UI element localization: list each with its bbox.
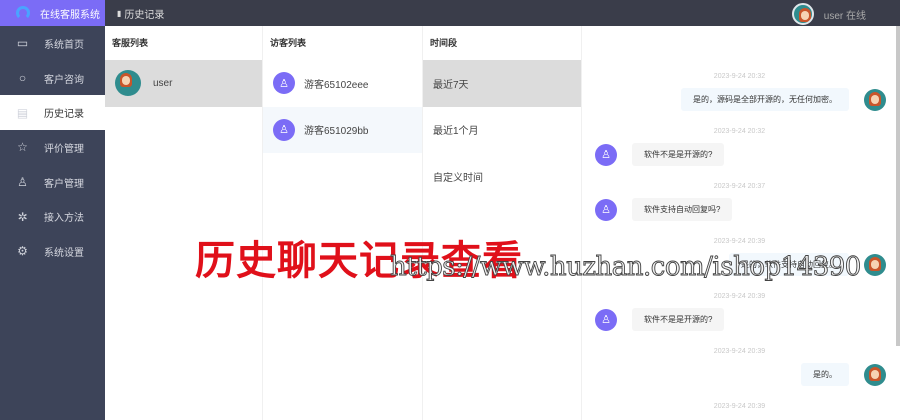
user-status-label: user 在线 — [823, 10, 866, 22]
message-time: 2023-9-24 20:37 — [713, 183, 766, 190]
avatar — [864, 88, 886, 111]
period-list-header: 时间段 — [430, 38, 458, 48]
sidebar-item-label: 系统设置 — [44, 247, 84, 259]
chat-history: 2023-9-24 20:32 是的，源码是全部开源的，无任何加密。 2023-9-… — [583, 26, 896, 420]
user-icon: ♙ — [595, 198, 617, 221]
message-time: 2023-9-24 20:32 — [713, 128, 766, 135]
scrollbar[interactable] — [896, 26, 900, 346]
period-custom[interactable]: 自定义时间 — [423, 153, 581, 200]
user-icon: ♙ — [273, 72, 295, 95]
chat-message: 是的，源码是全部开源的，无任何加密。 — [595, 88, 886, 111]
message-time: 2023-9-24 20:32 — [713, 73, 766, 80]
brand: 在线客服系统 — [0, 0, 105, 26]
sidebar-item-label: 客户咨询 — [44, 74, 84, 86]
page-title: 历史记录 — [124, 9, 165, 21]
message-bubble: 是的。 — [801, 363, 849, 386]
avatar — [791, 3, 814, 25]
avatar — [864, 253, 886, 276]
visitor-name: 游客651029bb — [304, 126, 369, 138]
nav-icon: ♙ — [17, 175, 28, 190]
nav-icon: ○ — [18, 71, 27, 86]
sidebar-item-label: 历史记录 — [44, 109, 84, 121]
watermark: https://www.huzhan.com/ishop14390 — [390, 252, 862, 283]
chat-message: ♙ 软件支持自动回复吗? — [595, 198, 886, 221]
message-time: 2023-9-24 20:39 — [713, 238, 766, 245]
user-status[interactable]: user 在线 — [791, 3, 866, 25]
message-bubble: 是的，源码是全部开源的，无任何加密。 — [681, 88, 849, 111]
avatar — [864, 363, 886, 386]
avatar — [115, 70, 141, 97]
period-last-month[interactable]: 最近1个月 — [423, 107, 581, 154]
chat-message: ♙ 软件不是是开源的? — [595, 308, 886, 331]
user-icon: ♙ — [595, 308, 617, 331]
sidebar-item-3[interactable]: ▤ 历史记录 — [0, 95, 105, 131]
visitor-item[interactable]: ♙ 游客651029bb — [263, 106, 422, 153]
message-time: 2023-9-24 20:39 — [713, 293, 766, 300]
sidebar-item-2[interactable]: ○ 客户咨询 — [0, 61, 105, 96]
user-icon: ♙ — [273, 118, 295, 141]
nav-icon: ▤ — [16, 105, 29, 120]
sidebar: 在线客服系统 ▭ 系统首页 ○ 客户咨询 ▤ 历史记录 ☆ 评价管理 ♙ 客户管理 ✲ 接入方法 ⚙ 系统… — [0, 0, 105, 420]
headset-icon — [16, 6, 30, 20]
sidebar-item-label: 客户管理 — [44, 178, 84, 190]
message-bubble: 软件不是是开源的? — [632, 143, 725, 166]
sidebar-item-5[interactable]: ♙ 客户管理 — [0, 165, 105, 200]
message-time: 2023-9-24 20:39 — [713, 403, 766, 410]
message-time: 2023-9-24 20:39 — [713, 348, 766, 355]
message-bubble: 软件支持自动回复吗? — [632, 198, 733, 221]
user-icon: ♙ — [595, 143, 617, 166]
topbar: ▮ 历史记录 user 在线 — [105, 0, 900, 26]
agent-list: 客服列表 user — [105, 26, 263, 420]
sidebar-item-1[interactable]: ▭ 系统首页 — [0, 26, 105, 61]
chat-message: ♙ 软件不是是开源的? — [595, 143, 886, 166]
agent-item[interactable]: user — [105, 60, 262, 107]
nav-icon: ✲ — [17, 209, 28, 224]
sidebar-item-label: 系统首页 — [44, 39, 84, 51]
nav-icon: ☆ — [17, 140, 28, 155]
sidebar-item-6[interactable]: ✲ 接入方法 — [0, 199, 105, 234]
visitor-name: 游客65102eee — [304, 79, 369, 91]
sidebar-item-label: 评价管理 — [44, 143, 84, 155]
message-bubble: 软件不是是开源的? — [632, 308, 725, 331]
chat-message: 是的。 — [595, 363, 886, 386]
visitor-list-header: 访客列表 — [270, 38, 307, 48]
sidebar-item-7[interactable]: ⚙ 系统设置 — [0, 234, 105, 269]
period-last-7-days[interactable]: 最近7天 — [423, 60, 581, 107]
bookmark-icon: ▮ — [117, 8, 122, 18]
visitor-list: 访客列表 ♙ 游客65102eee ♙ 游客651029bb — [263, 26, 423, 420]
brand-title: 在线客服系统 — [40, 9, 100, 21]
nav-icon: ⚙ — [17, 244, 28, 259]
agent-list-header: 客服列表 — [112, 38, 149, 48]
nav-icon: ▭ — [16, 36, 29, 51]
period-list: 时间段 最近7天 最近1个月 自定义时间 — [423, 26, 582, 420]
sidebar-item-label: 接入方法 — [44, 213, 84, 225]
agent-name: user — [153, 77, 173, 89]
visitor-item[interactable]: ♙ 游客65102eee — [263, 60, 422, 107]
sidebar-item-4[interactable]: ☆ 评价管理 — [0, 130, 105, 165]
